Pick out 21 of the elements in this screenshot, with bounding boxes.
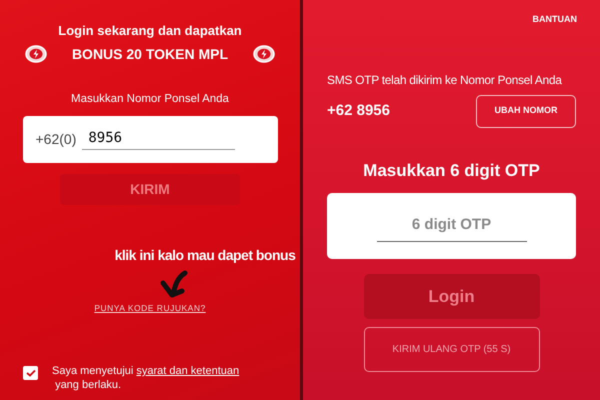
otp-sent-message: SMS OTP telah dikirim ke Nomor Ponsel Anda bbox=[327, 72, 563, 88]
terms-checkbox[interactable] bbox=[23, 366, 38, 380]
country-prefix: +62(0) bbox=[36, 130, 76, 149]
headline: Login sekarang dan dapatkan bbox=[58, 22, 242, 40]
terms-text: Saya menyetujui syarat dan ketentuan yang berlaku. bbox=[52, 364, 240, 392]
otp-input-field[interactable]: 6 digit OTP bbox=[376, 214, 526, 242]
lightning-coin-icon bbox=[252, 45, 275, 63]
lightning-coin-icon bbox=[25, 45, 47, 63]
annotation-text: klik ini kalo mau dapet bonus bbox=[114, 246, 296, 265]
change-number-button[interactable]: UBAH NOMOR bbox=[476, 94, 576, 128]
terms-link[interactable]: syarat dan ketentuan bbox=[136, 365, 240, 377]
checkmark-icon bbox=[26, 369, 36, 377]
phone-label: Masukkan Nomor Ponsel Anda bbox=[71, 92, 229, 106]
phone-input-field[interactable]: 8956 bbox=[82, 128, 236, 150]
referral-link[interactable]: PUNYA KODE RUJUKAN? bbox=[94, 302, 206, 314]
otp-heading: Masukkan 6 digit OTP bbox=[362, 160, 541, 182]
phone-number: +62 8956 bbox=[327, 100, 390, 121]
otp-input-card[interactable]: 6 digit OTP bbox=[327, 193, 576, 259]
phone-input-card[interactable]: +62(0) 8956 bbox=[22, 116, 278, 163]
bonus-title: BONUS 20 TOKEN MPL bbox=[72, 44, 228, 64]
help-link[interactable]: BANTUAN bbox=[532, 13, 577, 26]
